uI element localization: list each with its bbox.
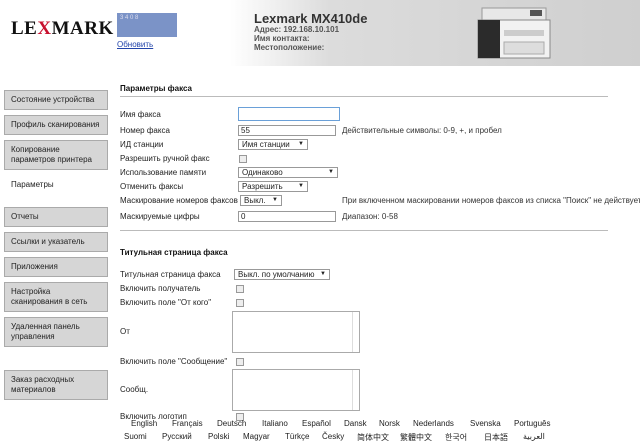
sidebar-item-apps[interactable]: Приложения bbox=[4, 257, 108, 277]
station-id-select[interactable]: Имя станции ▼ bbox=[238, 139, 308, 150]
sidebar-item-settings[interactable]: Параметры bbox=[4, 175, 108, 195]
include-from-checkbox[interactable] bbox=[236, 299, 244, 307]
lang-francais[interactable]: Français bbox=[172, 419, 203, 428]
include-message-checkbox[interactable] bbox=[236, 358, 244, 366]
refresh-link[interactable]: Обновить bbox=[117, 40, 153, 49]
memory-use-label: Использование памяти bbox=[120, 168, 207, 177]
sidebar-item-remote-panel[interactable]: Удаленная панель управления bbox=[4, 317, 108, 347]
sidebar-item-links-index[interactable]: Ссылки и указатель bbox=[4, 232, 108, 252]
language-row: English Français Deutsch Italiano Españo… bbox=[0, 419, 640, 431]
sidebar-item-order-supplies[interactable]: Заказ расходных материалов bbox=[4, 370, 108, 400]
chevron-down-icon: ▼ bbox=[298, 183, 304, 189]
from-textarea[interactable] bbox=[232, 311, 360, 353]
sidebar: Состояние устройства Профиль сканировани… bbox=[4, 90, 108, 405]
message-textarea[interactable] bbox=[232, 369, 360, 411]
message-label: Сообщ. bbox=[120, 385, 149, 394]
lang-polski[interactable]: Polski bbox=[208, 432, 229, 441]
lang-cesky[interactable]: Česky bbox=[322, 432, 344, 441]
lang-traditional-chinese[interactable]: 繁體中文 bbox=[400, 432, 432, 443]
station-id-label: ИД станции bbox=[120, 140, 164, 149]
lang-italiano[interactable]: Italiano bbox=[262, 419, 288, 428]
lang-russian[interactable]: Русский bbox=[162, 432, 192, 441]
device-address: Адрес: 192.168.10.101 bbox=[254, 25, 340, 34]
masking-hint: При включенном маскировании номеров факс… bbox=[342, 196, 640, 205]
lang-espanol[interactable]: Español bbox=[302, 419, 331, 428]
cancel-faxes-select[interactable]: Разрешить ▼ bbox=[238, 181, 308, 192]
masked-digits-hint: Диапазон: 0-58 bbox=[342, 212, 398, 221]
memory-use-value: Одинаково bbox=[242, 168, 283, 177]
scrollbar[interactable] bbox=[352, 370, 359, 410]
device-location: Местоположение: bbox=[254, 43, 325, 52]
divider bbox=[120, 230, 608, 231]
cover-page-value: Выкл. по умолчанию bbox=[238, 270, 315, 279]
printer-model: Lexmark MX410de bbox=[254, 11, 368, 26]
scrollbar[interactable] bbox=[352, 312, 359, 352]
sidebar-item-device-status[interactable]: Состояние устройства bbox=[4, 90, 108, 110]
lang-korean[interactable]: 한국어 bbox=[445, 432, 467, 443]
include-message-label: Включить поле "Сообщение" bbox=[120, 357, 228, 366]
include-to-label: Включить получатель bbox=[120, 284, 201, 293]
lexmark-logo: LEXMARK bbox=[11, 18, 114, 39]
sidebar-item-network-scan[interactable]: Настройка сканирования в сеть bbox=[4, 282, 108, 312]
lang-svenska[interactable]: Svenska bbox=[470, 419, 501, 428]
chevron-down-icon: ▼ bbox=[272, 197, 278, 203]
masking-label: Маскирование номеров факсов bbox=[120, 196, 238, 205]
device-info: Адрес: 192.168.10.101 Имя контакта: Мест… bbox=[254, 25, 339, 52]
fax-name-label: Имя факса bbox=[120, 110, 161, 119]
device-status-image[interactable]: 3 4 0 8 bbox=[117, 13, 177, 37]
include-from-label: Включить поле "От кого" bbox=[120, 298, 212, 307]
cancel-faxes-value: Разрешить bbox=[242, 182, 283, 191]
fax-number-label: Номер факса bbox=[120, 126, 170, 135]
manual-fax-label: Разрешить ручной факс bbox=[120, 154, 210, 163]
lang-norsk[interactable]: Norsk bbox=[379, 419, 400, 428]
cancel-faxes-label: Отменить факсы bbox=[120, 182, 184, 191]
printer-image bbox=[477, 7, 551, 59]
cover-page-select[interactable]: Выкл. по умолчанию ▼ bbox=[234, 269, 330, 280]
fax-settings-title: Параметры факса bbox=[120, 84, 192, 93]
lang-simplified-chinese[interactable]: 简体中文 bbox=[357, 432, 389, 443]
chevron-down-icon: ▼ bbox=[320, 271, 326, 277]
settings-content: Параметры факса Имя факса Номер факса 55… bbox=[114, 80, 640, 444]
chevron-down-icon: ▼ bbox=[328, 169, 334, 175]
contact-name: Имя контакта: bbox=[254, 34, 310, 43]
memory-use-select[interactable]: Одинаково ▼ bbox=[238, 167, 338, 178]
status-text: 3 4 0 8 bbox=[120, 15, 139, 21]
lang-magyar[interactable]: Magyar bbox=[243, 432, 270, 441]
lang-deutsch[interactable]: Deutsch bbox=[217, 419, 246, 428]
lang-suomi[interactable]: Suomi bbox=[124, 432, 147, 441]
chevron-down-icon: ▼ bbox=[298, 141, 304, 147]
manual-fax-checkbox[interactable] bbox=[239, 155, 247, 163]
sidebar-item-copy-settings[interactable]: Копирование параметров принтера bbox=[4, 140, 108, 170]
sidebar-item-reports[interactable]: Отчеты bbox=[4, 207, 108, 227]
from-label: От bbox=[120, 327, 130, 336]
fax-number-input[interactable]: 55 bbox=[238, 125, 336, 136]
masked-digits-label: Маскируемые цифры bbox=[120, 212, 200, 221]
language-row: Suomi Русский Polski Magyar Türkçe Česky… bbox=[0, 432, 640, 444]
masking-value: Выкл. bbox=[244, 196, 266, 205]
lang-dansk[interactable]: Dansk bbox=[344, 419, 367, 428]
logo-x-glyph: X bbox=[37, 18, 52, 39]
divider bbox=[120, 96, 608, 97]
include-to-checkbox[interactable] bbox=[236, 285, 244, 293]
lang-english[interactable]: English bbox=[131, 419, 157, 428]
lang-nederlands[interactable]: Nederlands bbox=[413, 419, 454, 428]
masked-digits-input[interactable]: 0 bbox=[238, 211, 336, 222]
fax-name-input[interactable] bbox=[238, 107, 340, 121]
lang-arabic[interactable]: العربية bbox=[523, 432, 545, 441]
cover-page-title: Титульная страница факса bbox=[120, 248, 228, 257]
header: LEXMARK 3 4 0 8 Обновить Lexmark MX410de… bbox=[0, 0, 640, 66]
masking-select[interactable]: Выкл. ▼ bbox=[240, 195, 282, 206]
station-id-value: Имя станции bbox=[242, 140, 290, 149]
sidebar-item-scan-profile[interactable]: Профиль сканирования bbox=[4, 115, 108, 135]
fax-number-hint: Действительные символы: 0-9, +, и пробел bbox=[342, 126, 502, 135]
lang-turkce[interactable]: Türkçe bbox=[285, 432, 309, 441]
lang-japanese[interactable]: 日本語 bbox=[484, 432, 508, 443]
lang-portugues[interactable]: Português bbox=[514, 419, 550, 428]
cover-page-label: Титульная страница факса bbox=[120, 270, 221, 279]
